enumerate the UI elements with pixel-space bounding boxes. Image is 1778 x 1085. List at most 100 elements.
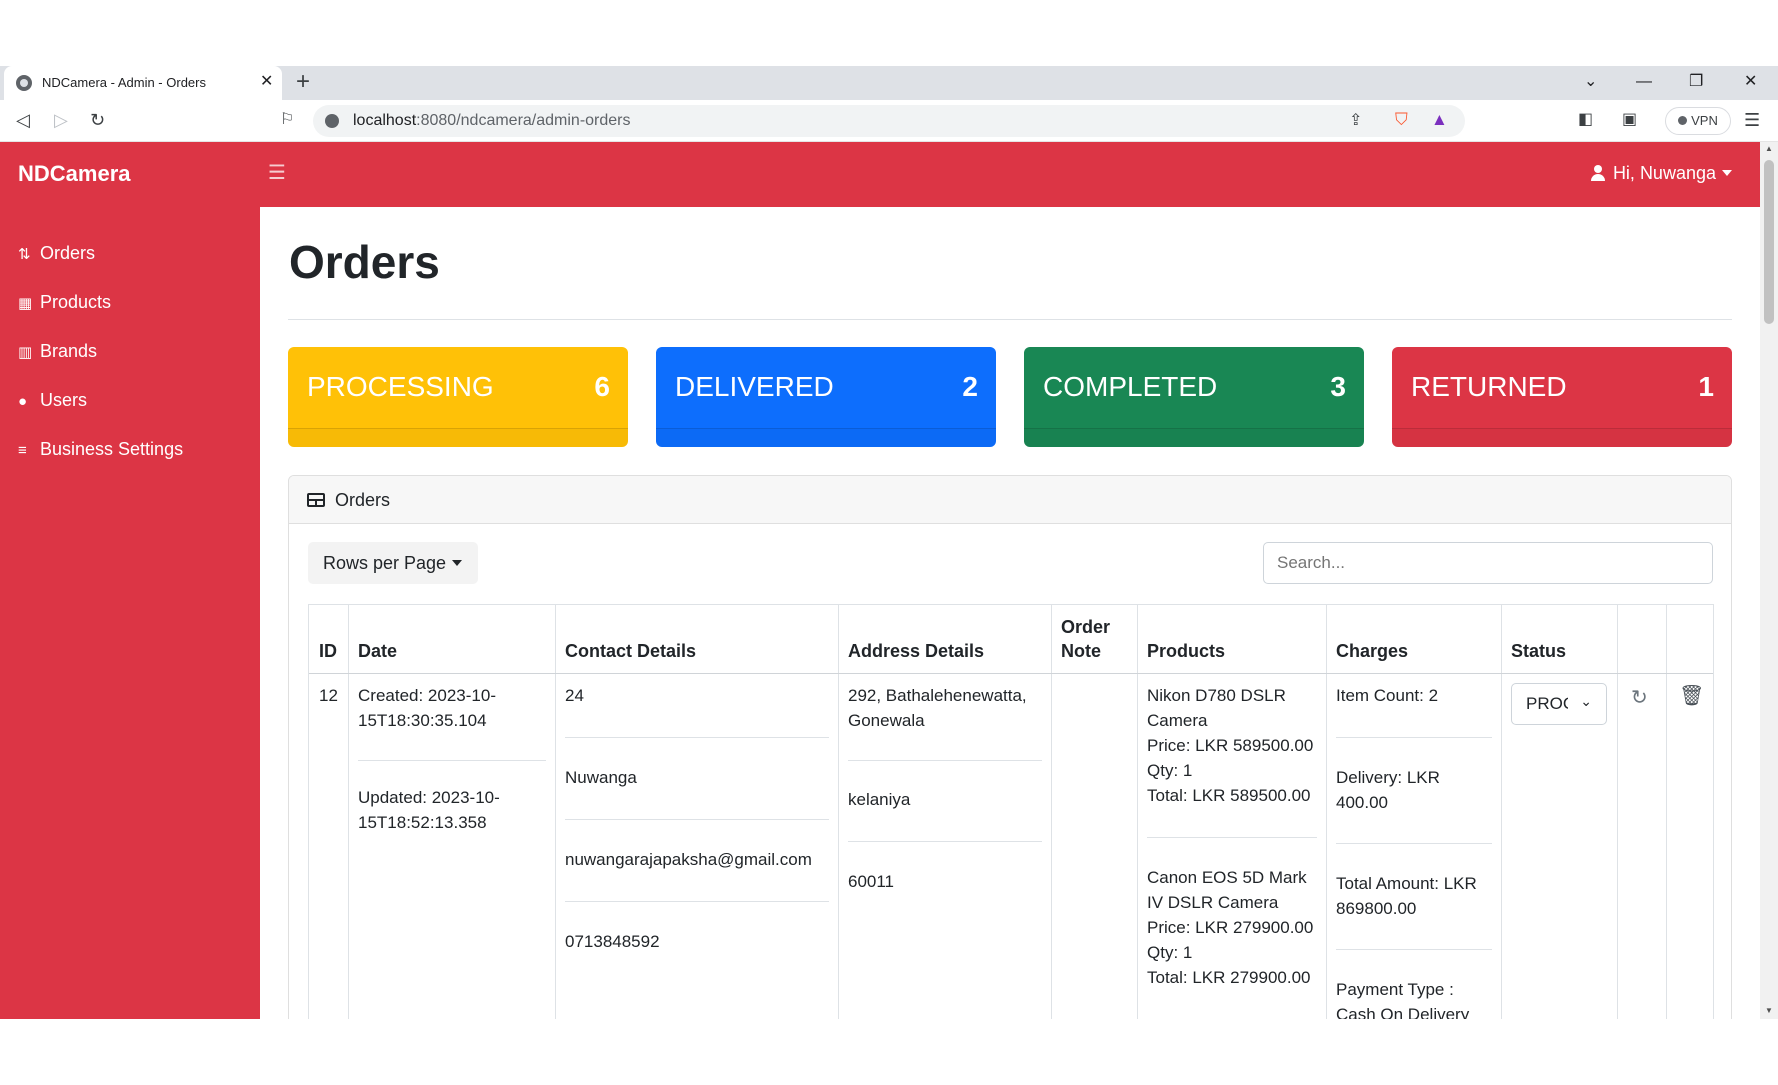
status-card-processing[interactable]: PROCESSING 6 bbox=[288, 347, 628, 447]
cell-contact-name: Nuwanga bbox=[565, 768, 637, 787]
column-header-id[interactable]: ID bbox=[319, 639, 337, 663]
column-header-note[interactable]: Note bbox=[1061, 639, 1101, 663]
scrollbar-thumb[interactable] bbox=[1764, 160, 1774, 324]
sidebar-toggle-icon[interactable]: ◧ bbox=[1578, 109, 1593, 131]
brave-shield-icon[interactable]: ⛉ bbox=[1395, 109, 1408, 131]
cell-product-qty: Qty: 1 bbox=[1147, 943, 1193, 962]
rows-per-page-dropdown[interactable]: Rows per Page bbox=[308, 542, 478, 584]
card-label: COMPLETED bbox=[1043, 371, 1218, 402]
status-card-returned[interactable]: RETURNED 1 bbox=[1392, 347, 1732, 447]
status-select[interactable]: PROCESSING ⌄ bbox=[1511, 683, 1607, 725]
header-divider bbox=[309, 673, 1713, 674]
sidebar: ⇅ Orders ▦ Products ▥ Brands ● Users ≡ Busine… bbox=[0, 207, 260, 1019]
status-card-completed[interactable]: COMPLETED 3 bbox=[1024, 347, 1364, 447]
reload-icon[interactable]: ↻ bbox=[90, 109, 105, 131]
card-label: PROCESSING bbox=[307, 371, 494, 402]
minimize-icon[interactable]: — bbox=[1636, 70, 1652, 94]
vpn-button[interactable]: VPN bbox=[1665, 107, 1731, 135]
column-divider bbox=[1137, 605, 1138, 1019]
address-bar[interactable]: localhost:8080/ndcamera/admin-orders ⇪ ⛉… bbox=[313, 105, 1465, 137]
wallet-icon[interactable]: ▣ bbox=[1622, 109, 1637, 131]
tab-title: NDCamera - Admin - Orders bbox=[42, 75, 206, 90]
card-count: 2 bbox=[962, 371, 978, 402]
new-tab-icon[interactable]: + bbox=[296, 69, 310, 95]
forward-icon[interactable]: ▷ bbox=[54, 109, 68, 131]
cell-product-total: Total: LKR 589500.00 bbox=[1147, 786, 1311, 805]
cell-updated-date: Updated: 2023-10-15T18:52:13.358 bbox=[358, 788, 500, 832]
card-footer bbox=[1024, 428, 1364, 447]
refresh-icon[interactable]: ↻ bbox=[1631, 685, 1648, 710]
cell-product-name: Canon EOS 5D Mark IV DSLR Camera bbox=[1147, 868, 1307, 912]
sort-icon: ⇅ bbox=[18, 246, 31, 263]
column-header-date[interactable]: Date bbox=[358, 639, 397, 663]
user-menu-dropdown[interactable]: Hi, Nuwanga bbox=[1590, 163, 1732, 184]
trash-icon[interactable]: 🗑 bbox=[1679, 683, 1704, 708]
cell-address-line: 292, Bathalehenewatta, Gonewala bbox=[848, 686, 1027, 730]
card-count: 3 bbox=[1330, 371, 1346, 402]
card-count: 1 bbox=[1698, 371, 1714, 402]
cell-created-date: Created: 2023-10-15T18:30:35.104 bbox=[358, 686, 496, 730]
tab-strip: NDCamera - Admin - Orders ✕ + ⌄ — ❐ ✕ bbox=[0, 66, 1778, 100]
column-header-contact[interactable]: Contact Details bbox=[565, 639, 696, 663]
column-header-address[interactable]: Address Details bbox=[848, 639, 984, 663]
cell-address-city: kelaniya bbox=[848, 790, 911, 809]
column-header-products[interactable]: Products bbox=[1147, 639, 1225, 663]
status-value: PROCESSING bbox=[1526, 694, 1568, 713]
share-icon[interactable]: ⇪ bbox=[1349, 110, 1362, 132]
column-divider bbox=[1051, 605, 1052, 1019]
card-footer bbox=[288, 428, 628, 447]
url-host: localhost bbox=[353, 112, 417, 129]
window-close-icon[interactable]: ✕ bbox=[1744, 70, 1757, 94]
cell-divider bbox=[1336, 737, 1492, 738]
sidebar-toggle-icon[interactable]: ☰ bbox=[268, 160, 286, 185]
tab-close-icon[interactable]: ✕ bbox=[260, 73, 273, 91]
cell-payment-type: Payment Type : Cash On Delivery bbox=[1336, 980, 1470, 1019]
bookmark-icon[interactable]: ⚐ bbox=[280, 109, 294, 131]
user-icon bbox=[1590, 165, 1605, 181]
sidebar-item-label: Orders bbox=[40, 243, 96, 263]
url-path: :8080/ndcamera/admin-orders bbox=[416, 112, 631, 129]
sidebar-item-products[interactable]: ▦ Products bbox=[18, 292, 111, 322]
web-page: NDCamera ☰ Hi, Nuwanga ⇅ Orders ▦ Products… bbox=[0, 142, 1778, 1019]
sidebar-item-label: Users bbox=[40, 390, 88, 410]
sidebar-item-business-settings[interactable]: ≡ Business Settings bbox=[18, 439, 183, 469]
site-info-icon[interactable] bbox=[325, 114, 339, 128]
cell-divider bbox=[565, 901, 829, 902]
sidebar-item-orders[interactable]: ⇅ Orders bbox=[18, 243, 95, 273]
cell-contact-phone: 0713848592 bbox=[565, 932, 660, 951]
browser-tab[interactable]: NDCamera - Admin - Orders ✕ bbox=[4, 66, 282, 100]
page-scrollbar[interactable]: ▲ ▼ bbox=[1760, 142, 1778, 1019]
card-count: 6 bbox=[594, 371, 610, 402]
caret-down-icon bbox=[452, 560, 463, 566]
cell-address-zip: 60011 bbox=[848, 872, 895, 891]
rows-per-page-label: Rows per Page bbox=[323, 553, 447, 573]
scroll-down-icon[interactable]: ▼ bbox=[1765, 1006, 1773, 1015]
column-header-charges[interactable]: Charges bbox=[1336, 639, 1408, 663]
cell-divider bbox=[1336, 843, 1492, 844]
cell-total-amount: Total Amount: LKR 869800.00 bbox=[1336, 874, 1477, 918]
tab-search-chevron-icon[interactable]: ⌄ bbox=[1584, 70, 1597, 94]
browser-window: NDCamera - Admin - Orders ✕ + ⌄ — ❐ ✕ ◁ … bbox=[0, 66, 1778, 1019]
brave-rewards-icon[interactable]: ▲ bbox=[1431, 109, 1448, 131]
vpn-label: VPN bbox=[1691, 113, 1718, 128]
column-divider bbox=[1666, 605, 1667, 1019]
cell-delivery-charge: Delivery: LKR 400.00 bbox=[1336, 768, 1440, 812]
brand-logo[interactable]: NDCamera bbox=[18, 161, 131, 187]
users-icon: ● bbox=[18, 393, 28, 410]
cell-item-count: Item Count: 2 bbox=[1336, 686, 1439, 705]
sidebar-item-users[interactable]: ● Users bbox=[18, 390, 87, 420]
menu-icon[interactable]: ☰ bbox=[1744, 109, 1760, 131]
status-card-delivered[interactable]: DELIVERED 2 bbox=[656, 347, 996, 447]
boxes-icon: ▦ bbox=[18, 295, 33, 312]
scroll-up-icon[interactable]: ▲ bbox=[1765, 144, 1773, 153]
restore-icon[interactable]: ❐ bbox=[1689, 70, 1703, 94]
cell-divider bbox=[358, 760, 546, 761]
search-input[interactable] bbox=[1263, 542, 1713, 584]
cell-divider bbox=[565, 819, 829, 820]
url-text[interactable]: localhost:8080/ndcamera/admin-orders bbox=[353, 112, 631, 130]
column-header-note[interactable]: Order bbox=[1061, 615, 1110, 639]
back-icon[interactable]: ◁ bbox=[16, 109, 30, 131]
column-header-status[interactable]: Status bbox=[1511, 639, 1566, 663]
sidebar-item-brands[interactable]: ▥ Brands bbox=[18, 341, 97, 371]
globe-icon bbox=[16, 75, 32, 91]
